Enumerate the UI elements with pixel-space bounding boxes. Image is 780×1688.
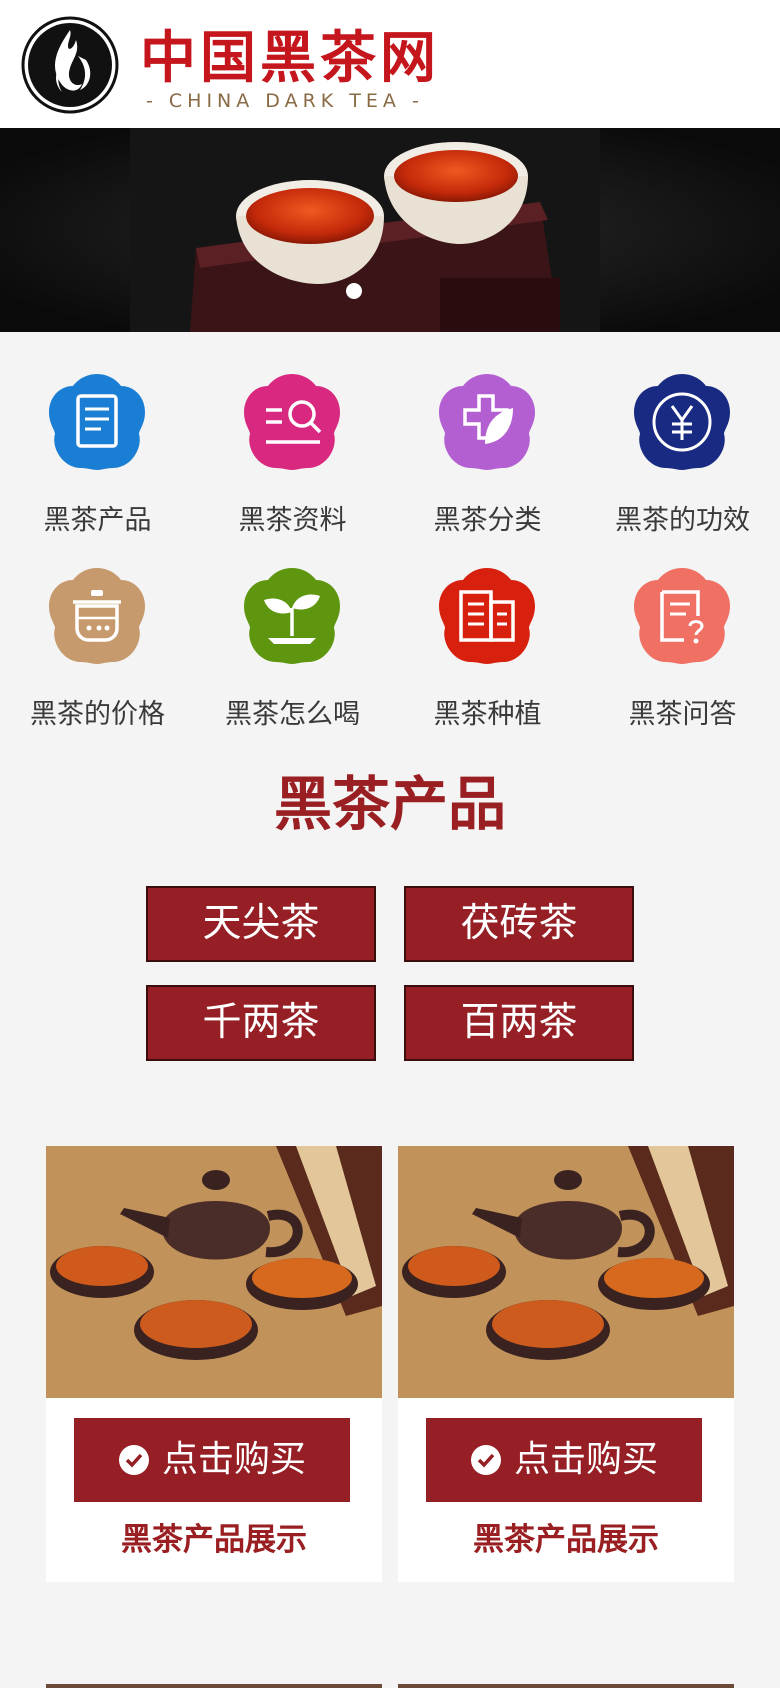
logo-flame-icon[interactable] bbox=[20, 16, 120, 114]
buy-button[interactable]: 点击购买 bbox=[426, 1418, 702, 1502]
category-info[interactable]: 黑茶资料 bbox=[195, 372, 390, 552]
category-benefits[interactable]: 黑茶的功效 bbox=[585, 372, 780, 552]
check-circle-icon bbox=[119, 1445, 149, 1475]
product-card-next bbox=[398, 1684, 734, 1688]
category-label: 黑茶怎么喝 bbox=[225, 699, 360, 730]
product-caption[interactable]: 黑茶产品展示 bbox=[46, 1520, 382, 1560]
product-card: 点击购买 黑茶产品展示 bbox=[46, 1146, 382, 1582]
category-label: 黑茶分类 bbox=[433, 505, 542, 536]
sprout-icon bbox=[244, 568, 340, 664]
category-classification[interactable]: 黑茶分类 bbox=[390, 372, 585, 552]
category-label: 黑茶资料 bbox=[238, 505, 347, 536]
product-card-next bbox=[46, 1684, 382, 1688]
building-icon bbox=[439, 568, 535, 664]
buy-button[interactable]: 点击购买 bbox=[74, 1418, 350, 1502]
pot-icon bbox=[49, 568, 145, 664]
yen-icon bbox=[634, 374, 730, 470]
category-label: 黑茶问答 bbox=[628, 699, 737, 730]
category-label: 黑茶种植 bbox=[433, 699, 542, 730]
logo-subtitle: - CHINA DARK TEA - bbox=[146, 90, 424, 112]
category-how-to-drink[interactable]: 黑茶怎么喝 bbox=[195, 566, 390, 746]
section-title: 黑茶产品 bbox=[273, 770, 506, 838]
buy-button-label: 点击购买 bbox=[162, 1439, 307, 1480]
logo-title: 中国黑茶网 bbox=[140, 26, 440, 91]
tag-button-fuzhuan[interactable]: 茯砖茶 bbox=[404, 886, 634, 962]
check-circle-icon bbox=[471, 1445, 501, 1475]
category-products[interactable]: 黑茶产品 bbox=[0, 372, 195, 552]
category-price[interactable]: 黑茶的价格 bbox=[0, 566, 195, 746]
product-image[interactable] bbox=[46, 1146, 382, 1398]
tag-button-bailiang[interactable]: 百两茶 bbox=[404, 985, 634, 1061]
document-icon bbox=[49, 374, 145, 470]
carousel-dot-active[interactable] bbox=[346, 283, 362, 299]
banner-carousel[interactable] bbox=[0, 128, 780, 332]
leaf-cross-icon bbox=[439, 374, 535, 470]
product-image[interactable] bbox=[398, 1146, 734, 1398]
tag-button-qianliang[interactable]: 千两茶 bbox=[146, 985, 376, 1061]
category-label: 黑茶的价格 bbox=[30, 699, 165, 730]
category-qa[interactable]: 黑茶问答 bbox=[585, 566, 780, 746]
banner-tea-cups-image bbox=[0, 128, 780, 332]
category-label: 黑茶的功效 bbox=[615, 505, 750, 536]
tag-button-tianjian[interactable]: 天尖茶 bbox=[146, 886, 376, 962]
category-label: 黑茶产品 bbox=[43, 505, 152, 536]
category-planting[interactable]: 黑茶种植 bbox=[390, 566, 585, 746]
product-card: 点击购买 黑茶产品展示 bbox=[398, 1146, 734, 1582]
site-header: 中国黑茶网 - CHINA DARK TEA - bbox=[0, 0, 780, 128]
product-caption[interactable]: 黑茶产品展示 bbox=[398, 1520, 734, 1560]
buy-button-label: 点击购买 bbox=[514, 1439, 659, 1480]
question-doc-icon bbox=[634, 568, 730, 664]
search-list-icon bbox=[244, 374, 340, 470]
